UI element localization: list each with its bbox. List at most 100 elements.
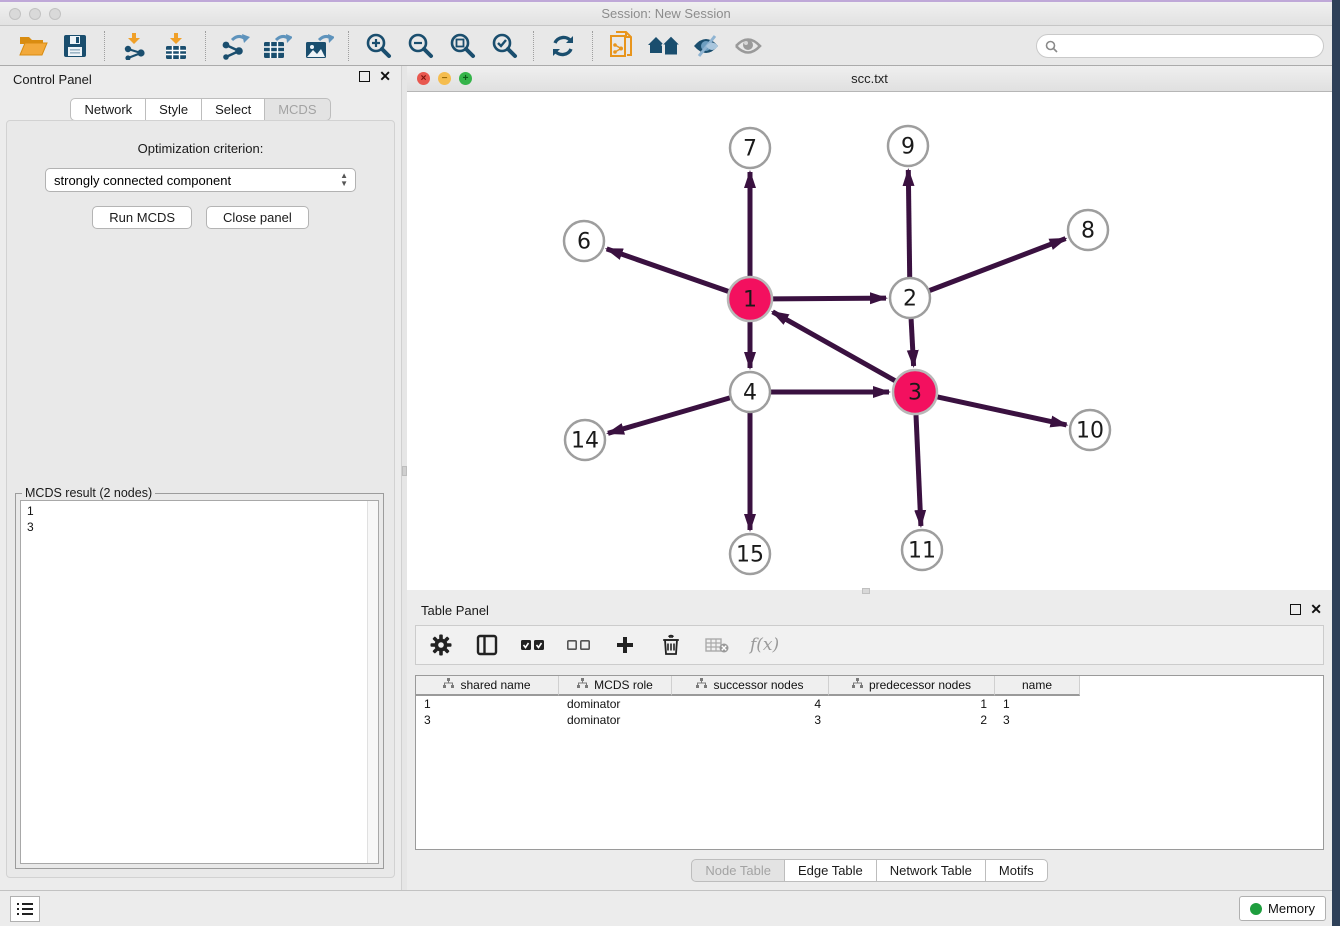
refresh-icon[interactable] xyxy=(546,30,580,62)
export-image-icon[interactable] xyxy=(302,30,336,62)
table-cell[interactable]: 4 xyxy=(672,696,829,712)
open-file-icon[interactable] xyxy=(16,30,50,62)
network-canvas[interactable]: 1 2 3 4 6 7 8 9 10 11 14 15 xyxy=(407,92,1332,590)
add-column-icon[interactable] xyxy=(612,632,638,658)
hierarchy-icon xyxy=(443,678,454,692)
tab-node-table[interactable]: Node Table xyxy=(691,859,785,882)
optimization-dropdown[interactable]: strongly connected component ▲▼ xyxy=(45,168,356,192)
graph-node-9[interactable]: 9 xyxy=(888,126,928,166)
column-header-predecessor-nodes[interactable]: predecessor nodes xyxy=(829,676,995,696)
mcds-result-title: MCDS result (2 nodes) xyxy=(22,486,155,500)
network-window-title: scc.txt xyxy=(407,71,1332,86)
table-row[interactable]: 1dominator411 xyxy=(416,696,1323,712)
save-session-icon[interactable] xyxy=(58,30,92,62)
network-window-titlebar[interactable]: × − + scc.txt xyxy=(407,66,1332,92)
table-toolbar: f(x) xyxy=(415,625,1324,665)
table-cell[interactable]: dominator xyxy=(559,696,672,712)
column-header-MCDS-role[interactable]: MCDS role xyxy=(559,676,672,696)
hide-selected-icon[interactable] xyxy=(689,30,723,62)
edge-4-14[interactable] xyxy=(608,398,730,433)
graph-node-3[interactable]: 3 xyxy=(893,370,937,414)
edge-2-3[interactable] xyxy=(911,319,914,366)
close-panel-button[interactable]: Close panel xyxy=(206,206,309,229)
tab-motifs[interactable]: Motifs xyxy=(986,859,1048,882)
graph-node-7[interactable]: 7 xyxy=(730,128,770,168)
close-table-panel-icon[interactable]: ✕ xyxy=(1310,604,1322,615)
export-table-icon[interactable] xyxy=(260,30,294,62)
table-panel-title: Table Panel xyxy=(421,603,489,618)
edge-1-6[interactable] xyxy=(607,249,729,292)
delete-column-icon[interactable] xyxy=(658,632,684,658)
table-cell[interactable]: 2 xyxy=(829,712,995,728)
edge-2-8[interactable] xyxy=(930,239,1066,291)
graph-node-8[interactable]: 8 xyxy=(1068,210,1108,250)
table-cell[interactable]: 1 xyxy=(995,696,1080,712)
split-handle[interactable] xyxy=(862,588,870,594)
first-neighbors-icon[interactable] xyxy=(647,30,681,62)
graph-node-1[interactable]: 1 xyxy=(728,277,772,321)
zoom-in-icon[interactable] xyxy=(361,30,395,62)
tab-select[interactable]: Select xyxy=(202,98,265,121)
tab-mcds[interactable]: MCDS xyxy=(265,98,330,121)
zoom-selected-icon[interactable] xyxy=(487,30,521,62)
clone-network-icon[interactable] xyxy=(605,30,639,62)
table-cell[interactable]: 3 xyxy=(672,712,829,728)
table-panel: Table Panel ✕ xyxy=(407,599,1332,890)
mcds-result-text[interactable]: 13 xyxy=(20,500,379,864)
task-history-button[interactable] xyxy=(10,896,40,922)
zoom-fit-icon[interactable] xyxy=(445,30,479,62)
edge-2-9[interactable] xyxy=(908,170,909,277)
table-cell[interactable]: dominator xyxy=(559,712,672,728)
tab-network[interactable]: Network xyxy=(70,98,146,121)
column-header-name[interactable]: name xyxy=(995,676,1080,696)
tab-edge-table[interactable]: Edge Table xyxy=(785,859,877,882)
import-network-icon[interactable] xyxy=(117,30,151,62)
tab-style[interactable]: Style xyxy=(146,98,202,121)
mcds-tab-content: Optimization criterion: strongly connect… xyxy=(6,120,395,878)
edge-3-1[interactable] xyxy=(773,312,895,381)
graph-node-15[interactable]: 15 xyxy=(730,534,770,574)
function-builder-icon[interactable]: f(x) xyxy=(750,635,779,655)
graph-node-10[interactable]: 10 xyxy=(1070,410,1110,450)
select-all-icon[interactable] xyxy=(520,632,546,658)
svg-text:14: 14 xyxy=(571,429,599,454)
table-cell[interactable]: 3 xyxy=(995,712,1080,728)
graph-node-2[interactable]: 2 xyxy=(890,278,930,318)
import-table-icon[interactable] xyxy=(159,30,193,62)
zoom-out-icon[interactable] xyxy=(403,30,437,62)
delete-table-icon[interactable] xyxy=(704,632,730,658)
export-network-icon[interactable] xyxy=(218,30,252,62)
result-scrollbar[interactable] xyxy=(367,501,378,863)
float-panel-icon[interactable] xyxy=(359,71,370,82)
graph-node-6[interactable]: 6 xyxy=(564,221,604,261)
node-table[interactable]: shared nameMCDS rolesuccessor nodesprede… xyxy=(415,675,1324,850)
search-input[interactable] xyxy=(1063,39,1315,53)
column-panel-icon[interactable] xyxy=(474,632,500,658)
graph-node-11[interactable]: 11 xyxy=(902,530,942,570)
column-header-shared-name[interactable]: shared name xyxy=(416,676,559,696)
float-table-panel-icon[interactable] xyxy=(1290,604,1301,615)
toolbar-separator xyxy=(205,31,206,61)
show-all-icon[interactable] xyxy=(731,30,765,62)
edge-1-2[interactable] xyxy=(773,298,886,299)
table-row[interactable]: 3dominator323 xyxy=(416,712,1323,728)
deselect-all-icon[interactable] xyxy=(566,632,592,658)
svg-text:10: 10 xyxy=(1076,419,1104,444)
svg-text:9: 9 xyxy=(901,135,915,160)
svg-text:11: 11 xyxy=(908,539,936,564)
column-header-successor-nodes[interactable]: successor nodes xyxy=(672,676,829,696)
gear-icon[interactable] xyxy=(428,632,454,658)
search-field[interactable] xyxy=(1036,34,1324,58)
toolbar-separator xyxy=(533,31,534,61)
tab-network-table[interactable]: Network Table xyxy=(877,859,986,882)
table-cell[interactable]: 1 xyxy=(829,696,995,712)
graph-node-14[interactable]: 14 xyxy=(565,420,605,460)
edge-3-10[interactable] xyxy=(938,397,1067,425)
memory-button[interactable]: Memory xyxy=(1239,896,1326,921)
close-panel-icon[interactable]: ✕ xyxy=(379,71,391,82)
edge-3-11[interactable] xyxy=(916,415,921,526)
table-cell[interactable]: 1 xyxy=(416,696,559,712)
run-mcds-button[interactable]: Run MCDS xyxy=(92,206,192,229)
graph-node-4[interactable]: 4 xyxy=(730,372,770,412)
table-cell[interactable]: 3 xyxy=(416,712,559,728)
